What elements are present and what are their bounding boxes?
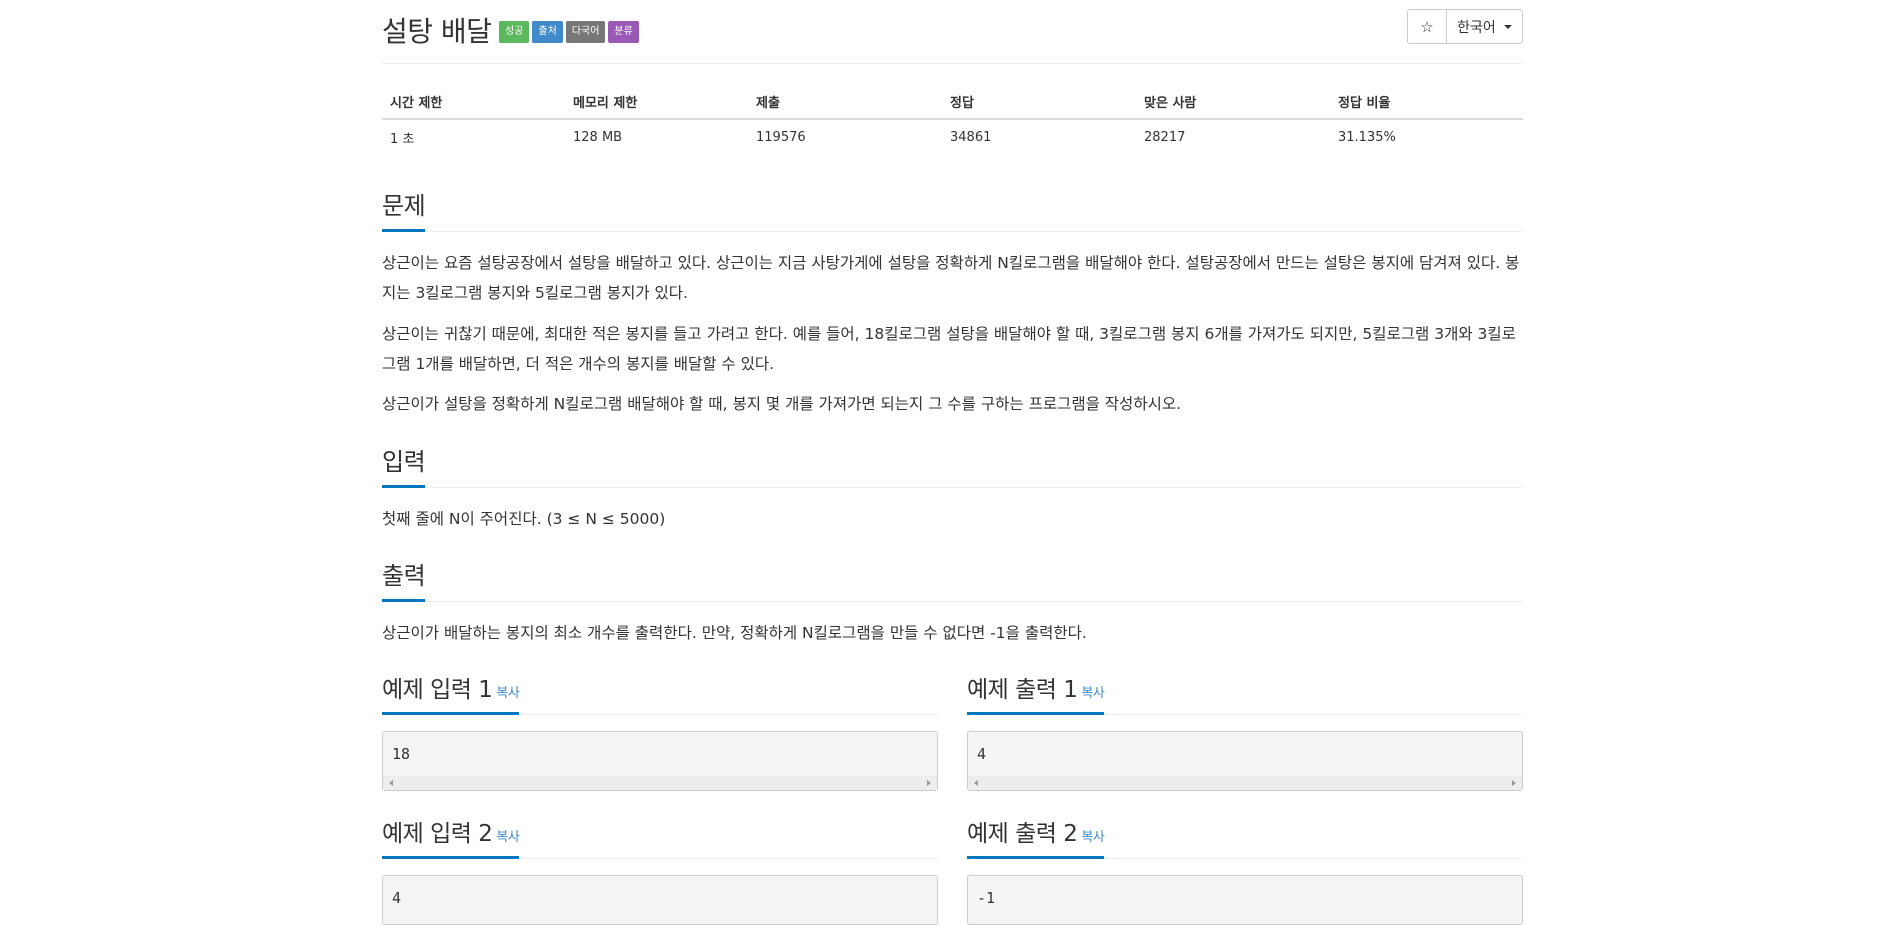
scroll-left-arrow-icon[interactable] <box>389 780 393 786</box>
header-time-limit: 시간 제한 <box>382 84 565 120</box>
scroll-right-arrow-icon[interactable] <box>927 780 931 786</box>
sample-output-2-code: -1 <box>977 889 996 907</box>
label-source[interactable]: 출처 <box>532 21 563 43</box>
horizontal-scrollbar[interactable] <box>383 776 937 790</box>
sample-output-1-code: 4 <box>977 745 987 763</box>
output-description: 상근이가 배달하는 봉지의 최소 개수를 출력한다. 만약, 정확하게 N킬로그… <box>382 624 1087 642</box>
input-heading: 입력 <box>382 442 426 488</box>
header-ratio: 정답 비율 <box>1330 84 1523 120</box>
info-table-header-row: 시간 제한 메모리 제한 제출 정답 맞은 사람 정답 비율 <box>382 84 1523 120</box>
problem-section-heading: 문제 <box>382 186 1523 232</box>
scroll-left-arrow-icon[interactable] <box>974 780 978 786</box>
sample-input-1-box[interactable]: 18 <box>382 731 938 791</box>
problem-labels: 성공 출처 다국어 분류 <box>499 21 639 43</box>
language-dropdown[interactable]: 한국어 <box>1447 9 1523 44</box>
sample-output-2-title: 예제 출력 2 <box>967 821 1078 847</box>
header-accepted: 정답 <box>942 84 1136 120</box>
input-section-heading: 입력 <box>382 442 1523 488</box>
problem-paragraph-3: 상근이가 설탕을 정확하게 N킬로그램 배달해야 할 때, 봉지 몇 개를 가져… <box>382 395 1182 413</box>
page-title: 설탕 배달 <box>382 15 492 48</box>
sample-output-2-heading: 예제 출력 2 복사 <box>967 814 1523 859</box>
sample-input-2-heading-text: 예제 입력 2 복사 <box>382 814 520 859</box>
sample-output-1-box[interactable]: 4 <box>967 731 1523 791</box>
problem-heading: 문제 <box>382 186 426 232</box>
horizontal-scrollbar[interactable] <box>968 776 1522 790</box>
problem-paragraph-2: 상근이는 귀찮기 때문에, 최대한 적은 봉지를 들고 가려고 한다. 예를 들… <box>382 325 1516 373</box>
caret-down-icon <box>1503 24 1512 29</box>
sample-input-1-code: 18 <box>392 745 411 763</box>
sample-output-1-heading-text: 예제 출력 1 복사 <box>967 670 1105 715</box>
sample-output-2-heading-text: 예제 출력 2 복사 <box>967 814 1105 859</box>
favorite-button[interactable]: ☆ <box>1407 9 1447 44</box>
sample-output-2-box[interactable]: -1 <box>967 875 1523 925</box>
value-solvers[interactable]: 28217 <box>1136 119 1330 154</box>
sample-input-2-code: 4 <box>392 889 402 907</box>
header-submissions: 제출 <box>748 84 942 120</box>
problem-paragraph-1: 상근이는 요즘 설탕공장에서 설탕을 배달하고 있다. 상근이는 지금 사탕가게… <box>382 254 1520 302</box>
scroll-right-arrow-icon[interactable] <box>1512 780 1516 786</box>
header-solvers: 맞은 사람 <box>1136 84 1330 120</box>
sample-input-1-title: 예제 입력 1 <box>382 677 493 703</box>
output-section-heading: 출력 <box>382 556 1523 602</box>
label-multilang[interactable]: 다국어 <box>565 21 606 43</box>
language-label: 한국어 <box>1457 19 1496 36</box>
problem-container: 설탕 배달 성공 출처 다국어 분류 ☆ 한국어 시간 제한 메모리 제한 제출 <box>382 0 1523 925</box>
problem-info-table: 시간 제한 메모리 제한 제출 정답 맞은 사람 정답 비율 1 초 128 M… <box>382 84 1523 154</box>
output-heading: 출력 <box>382 556 426 602</box>
sample-input-1-heading-text: 예제 입력 1 복사 <box>382 670 520 715</box>
star-icon: ☆ <box>1420 17 1434 36</box>
value-memory-limit: 128 MB <box>573 129 623 145</box>
input-description: 첫째 줄에 N이 주어진다. (3 ≤ N ≤ 5000) <box>382 510 666 528</box>
sample-output-1-title: 예제 출력 1 <box>967 677 1078 703</box>
page-header: 설탕 배달 성공 출처 다국어 분류 ☆ 한국어 <box>382 0 1523 64</box>
copy-sample-output-1-button[interactable]: 복사 <box>1081 686 1104 701</box>
sample-output-1-heading: 예제 출력 1 복사 <box>967 670 1523 715</box>
header-button-group: ☆ 한국어 <box>1407 9 1523 44</box>
copy-sample-input-1-button[interactable]: 복사 <box>496 686 519 701</box>
value-accepted[interactable]: 34861 <box>942 119 1136 154</box>
copy-sample-output-2-button[interactable]: 복사 <box>1081 830 1104 845</box>
value-time-limit: 1 초 <box>390 131 415 147</box>
sample-input-2-title: 예제 입력 2 <box>382 821 493 847</box>
sample-input-2-box[interactable]: 4 <box>382 875 938 925</box>
header-memory-limit: 메모리 제한 <box>565 84 748 120</box>
value-submissions[interactable]: 119576 <box>748 119 942 154</box>
copy-sample-input-2-button[interactable]: 복사 <box>496 830 519 845</box>
value-ratio: 31.135% <box>1338 129 1396 145</box>
label-category[interactable]: 분류 <box>608 21 639 43</box>
label-success[interactable]: 성공 <box>499 21 530 43</box>
sample-input-1-heading: 예제 입력 1 복사 <box>382 670 938 715</box>
info-table-row: 1 초 128 MB 119576 34861 28217 31.135% <box>382 119 1523 154</box>
sample-input-2-heading: 예제 입력 2 복사 <box>382 814 938 859</box>
